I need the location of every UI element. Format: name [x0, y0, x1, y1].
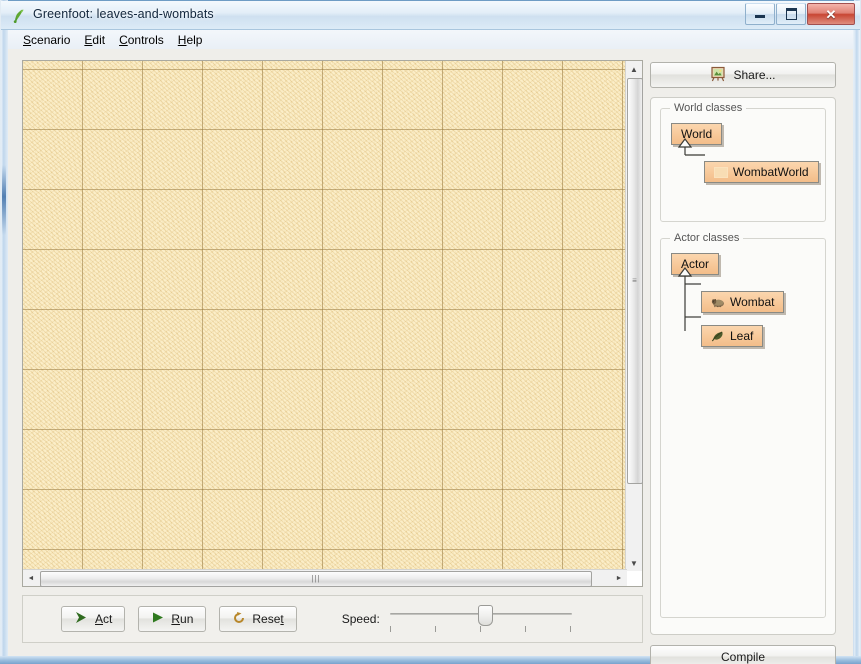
class-item-leaf[interactable]: Leaf	[701, 325, 764, 347]
scroll-right-arrow-icon[interactable]: ►	[611, 570, 627, 586]
actor-class-child-row-leaf: Leaf	[671, 325, 815, 351]
compile-button[interactable]: Compile	[650, 645, 836, 664]
actor-classes-group: Actor classes Actor Wombat Leaf	[660, 232, 826, 618]
actor-class-child-row-wombat: Wombat	[671, 291, 815, 317]
title-bar[interactable]: Greenfoot: leaves-and-wombats ✕	[1, 1, 860, 30]
class-label: Leaf	[730, 329, 754, 343]
reset-label: Rese	[252, 612, 281, 626]
menu-mnemonic: C	[119, 32, 128, 47]
class-label: WombatWorld	[733, 165, 809, 179]
class-label: Wombat	[730, 295, 775, 309]
speed-control: Speed:	[342, 604, 572, 634]
share-button-label: Share...	[733, 68, 776, 82]
world-canvas[interactable]	[23, 61, 627, 571]
scrollbar-grip-icon: |||	[311, 574, 321, 583]
play-triangle-icon	[151, 611, 165, 627]
world-horizontal-scrollbar[interactable]: ◄ ||| ►	[23, 569, 627, 587]
world-classes-title: World classes	[670, 102, 747, 114]
speed-slider-ticks	[389, 626, 572, 632]
menu-label: ontrols	[127, 32, 164, 47]
reset-button[interactable]: Reset	[219, 606, 297, 632]
compile-button-label: Compile	[720, 650, 765, 664]
world-class-child-row: WombatWorld	[671, 161, 819, 187]
wombat-icon	[711, 297, 725, 308]
world-view-panel: ▲ ≡ ▼ ◄ ||| ►	[22, 60, 643, 587]
act-label: ct	[103, 612, 113, 626]
window-buttons: ✕	[744, 3, 855, 25]
run-label: un	[180, 612, 194, 626]
close-button[interactable]: ✕	[807, 3, 855, 25]
window-left-accent	[2, 165, 6, 235]
wombat-world-image-icon	[714, 166, 728, 178]
act-mnemonic: A	[95, 612, 104, 626]
maximize-icon	[785, 8, 797, 20]
world-classes-group: World classes World WombatWorld	[660, 102, 826, 222]
menu-label: elp	[186, 32, 203, 47]
slider-tick	[389, 626, 391, 632]
reset-mnemonic: t	[280, 612, 284, 626]
minimize-button[interactable]	[745, 3, 775, 25]
menu-label: cenario	[31, 32, 71, 47]
slider-tick	[524, 626, 526, 632]
speed-slider-thumb[interactable]	[477, 605, 493, 626]
chevron-right-icon	[74, 611, 89, 627]
window-title: Greenfoot: leaves-and-wombats	[33, 7, 214, 21]
execution-control-panel: Act Run Reset Speed:	[22, 595, 643, 643]
reset-circular-arrow-icon	[232, 611, 246, 628]
horizontal-scrollbar-thumb[interactable]: |||	[40, 571, 592, 587]
scroll-up-arrow-icon[interactable]: ▲	[626, 61, 642, 77]
actor-classes-title: Actor classes	[670, 232, 744, 244]
slider-tick	[479, 626, 481, 632]
share-easel-icon	[710, 66, 726, 85]
window-right-glass-border	[854, 0, 861, 664]
speed-slider[interactable]	[389, 604, 572, 634]
world-grid-lines	[23, 61, 627, 571]
class-browser-panel: World classes World WombatWorld Actor cl…	[650, 97, 836, 635]
vertical-scrollbar-thumb[interactable]: ≡	[627, 78, 643, 484]
slider-tick	[434, 626, 436, 632]
run-mnemonic: R	[171, 612, 181, 626]
execution-buttons: Act Run Reset	[61, 606, 297, 632]
window-left-glass-border	[0, 0, 8, 664]
menu-item-controls[interactable]: Controls	[112, 31, 171, 49]
slider-tick	[569, 626, 571, 632]
scroll-left-arrow-icon[interactable]: ◄	[23, 570, 39, 586]
leaf-icon	[711, 331, 725, 342]
run-button[interactable]: Run	[138, 606, 207, 632]
scrollbar-grip-icon: ≡	[632, 276, 638, 285]
speed-label: Speed:	[341, 612, 380, 626]
menu-mnemonic: S	[23, 32, 32, 47]
class-item-wombat[interactable]: Wombat	[701, 291, 785, 313]
close-icon: ✕	[825, 6, 837, 22]
menu-bar: Scenario Edit Controls Help	[8, 30, 853, 49]
menu-item-edit[interactable]: Edit	[77, 31, 112, 49]
scroll-down-arrow-icon[interactable]: ▼	[626, 555, 642, 571]
greenfoot-logo-icon	[11, 7, 28, 24]
minimize-icon	[755, 15, 765, 18]
class-item-wombatworld[interactable]: WombatWorld	[704, 161, 819, 183]
greenfoot-window: Greenfoot: leaves-and-wombats ✕ Scenario…	[0, 0, 861, 664]
main-content: ▲ ≡ ▼ ◄ ||| ► Act Run Reset Speed: Share…	[8, 49, 853, 664]
act-button[interactable]: Act	[61, 606, 126, 632]
maximize-button[interactable]	[776, 3, 806, 25]
world-vertical-scrollbar[interactable]: ▲ ≡ ▼	[625, 61, 643, 571]
menu-label: dit	[92, 32, 106, 47]
menu-item-scenario[interactable]: Scenario	[16, 31, 77, 49]
menu-item-help[interactable]: Help	[171, 31, 210, 49]
share-button[interactable]: Share...	[650, 62, 836, 88]
